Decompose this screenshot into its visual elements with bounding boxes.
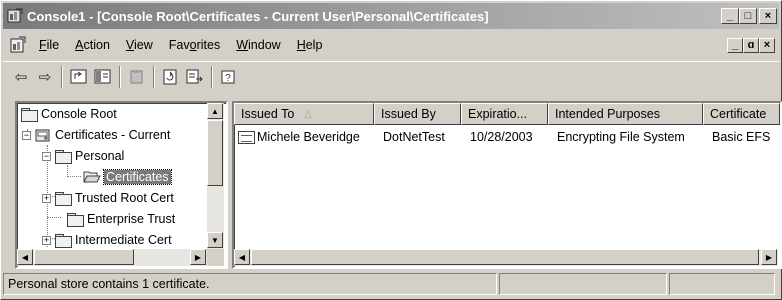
scroll-thumb[interactable] xyxy=(34,249,134,265)
tree-item-label: Enterprise Trust xyxy=(87,212,176,226)
cell-intended-purposes: Encrypting File System xyxy=(557,130,685,144)
tree-item-certificates-current-user[interactable]: − Certificates - Current xyxy=(22,125,170,145)
up-one-level-icon[interactable] xyxy=(67,65,91,89)
menu-window[interactable]: Window xyxy=(228,38,288,52)
folder-icon xyxy=(21,107,38,122)
svg-text:?: ? xyxy=(225,73,231,84)
certificate-icon xyxy=(238,130,255,144)
cell-issued-to: Michele Beveridge xyxy=(257,130,360,144)
tree-item-label: Personal xyxy=(75,149,125,163)
menu-action[interactable]: Action xyxy=(67,38,118,52)
scroll-down-button[interactable]: ▼ xyxy=(207,232,223,248)
status-bar: Personal store contains 1 certificate. xyxy=(3,273,779,297)
console-tree: Console Root − Certificates - Current − … xyxy=(17,103,207,248)
column-certificate-template[interactable]: Certificate xyxy=(703,103,780,125)
folder-icon xyxy=(55,233,72,248)
scroll-up-button[interactable]: ▲ xyxy=(207,103,223,119)
refresh-icon[interactable] xyxy=(159,65,183,89)
collapse-toggle[interactable]: − xyxy=(22,130,31,140)
tree-item-console-root[interactable]: Console Root xyxy=(21,104,117,124)
column-label: Issued To xyxy=(241,107,295,121)
export-list-icon[interactable] xyxy=(183,65,207,89)
menu-favorites[interactable]: Favorites xyxy=(161,38,228,52)
column-issued-to[interactable]: Issued To △ xyxy=(234,103,374,125)
close-button[interactable]: × xyxy=(759,8,777,24)
toolbar-separator xyxy=(119,65,121,88)
tree-item-personal[interactable]: − Personal xyxy=(42,146,124,166)
mdi-minimize-button[interactable]: _ xyxy=(727,37,743,53)
scroll-right-button[interactable]: ▶ xyxy=(761,249,777,265)
menu-bar: File Action View Favorites Window Help _… xyxy=(3,33,779,57)
toolbar-separator xyxy=(211,65,213,88)
folder-icon xyxy=(55,191,72,206)
cell-expiration: 10/28/2003 xyxy=(470,130,533,144)
expand-toggle[interactable]: + xyxy=(42,193,51,203)
folder-icon xyxy=(67,212,84,227)
column-label: Issued By xyxy=(381,107,436,121)
scroll-thumb[interactable] xyxy=(207,120,223,186)
tree-item-intermediate[interactable]: + Intermediate Cert xyxy=(42,230,172,248)
column-expiration[interactable]: Expiratio... xyxy=(461,103,548,125)
delete-icon[interactable] xyxy=(125,65,149,89)
list-item[interactable]: Michele Beveridge DotNetTest 10/28/2003 … xyxy=(234,127,776,147)
mdi-close-button[interactable]: × xyxy=(759,37,775,53)
menu-view[interactable]: View xyxy=(118,38,161,52)
column-issued-by[interactable]: Issued By xyxy=(374,103,461,125)
column-label: Expiratio... xyxy=(468,107,528,121)
mdi-restore-button[interactable]: ɑ xyxy=(743,37,759,53)
toolbar-separator xyxy=(61,65,63,88)
sort-ascending-icon: △ xyxy=(304,108,312,120)
cell-issued-by: DotNetTest xyxy=(383,130,445,144)
title-bar[interactable]: Console1 - [Console Root\Certificates - … xyxy=(3,3,779,29)
scroll-left-button[interactable]: ◀ xyxy=(234,249,250,265)
console-document-icon[interactable] xyxy=(9,36,27,54)
status-text-panel: Personal store contains 1 certificate. xyxy=(3,273,497,295)
tree-horizontal-scrollbar[interactable]: ◀ ▶ xyxy=(17,249,207,266)
scroll-left-button[interactable]: ◀ xyxy=(17,249,33,265)
expand-toggle[interactable]: + xyxy=(42,235,51,245)
scrollbar-corner xyxy=(207,249,224,266)
back-arrow-icon[interactable]: ⇦ xyxy=(9,65,33,89)
tree-item-label: Trusted Root Cert xyxy=(75,191,174,205)
minimize-button[interactable]: _ xyxy=(721,8,739,24)
tree-item-label: Certificates xyxy=(103,169,172,185)
tree-item-label: Certificates - Current xyxy=(55,128,171,142)
collapse-toggle[interactable]: − xyxy=(42,151,51,161)
tree-vertical-scrollbar[interactable]: ▲ ▼ xyxy=(207,103,224,249)
help-icon[interactable]: ? xyxy=(217,65,241,89)
list-horizontal-scrollbar[interactable]: ◀ ▶ xyxy=(234,249,778,266)
scroll-right-button[interactable]: ▶ xyxy=(190,249,206,265)
forward-arrow-icon[interactable]: ⇨ xyxy=(33,65,57,89)
mmc-app-icon[interactable] xyxy=(7,8,23,24)
toolbar-separator xyxy=(153,65,155,88)
mmc-window: Console1 - [Console Root\Certificates - … xyxy=(0,0,782,300)
tree-item-enterprise-trust[interactable]: Enterprise Trust xyxy=(67,209,175,229)
menu-help[interactable]: Help xyxy=(289,38,331,52)
status-panel xyxy=(499,273,667,295)
results-pane[interactable]: Issued To △ Issued By Expiratio... Inten… xyxy=(232,101,782,269)
column-label: Intended Purposes xyxy=(555,107,660,121)
window-title: Console1 - [Console Root\Certificates - … xyxy=(27,8,489,24)
list-header: Issued To △ Issued By Expiratio... Inten… xyxy=(234,103,780,125)
open-folder-icon xyxy=(83,170,101,184)
tree-item-label: Console Root xyxy=(41,107,117,121)
certificates-snapin-icon xyxy=(35,127,51,143)
column-intended-purposes[interactable]: Intended Purposes xyxy=(548,103,703,125)
toolbar: ⇦ ⇨ ? xyxy=(3,61,779,91)
status-text: Personal store contains 1 certificate. xyxy=(8,277,210,291)
maximize-button[interactable]: □ xyxy=(739,8,757,24)
status-panel xyxy=(669,273,775,295)
console-tree-pane[interactable]: Console Root − Certificates - Current − … xyxy=(15,101,228,269)
folder-icon xyxy=(55,149,72,164)
show-hide-tree-icon[interactable] xyxy=(91,65,115,89)
tree-item-certificates[interactable]: Certificates xyxy=(83,167,172,187)
scroll-thumb[interactable] xyxy=(251,249,759,265)
tree-item-trusted-root[interactable]: + Trusted Root Cert xyxy=(42,188,174,208)
column-label: Certificate xyxy=(710,107,767,121)
menu-file[interactable]: File xyxy=(31,38,67,52)
tree-item-label: Intermediate Cert xyxy=(75,233,172,247)
cell-certificate-template: Basic EFS xyxy=(712,130,771,144)
